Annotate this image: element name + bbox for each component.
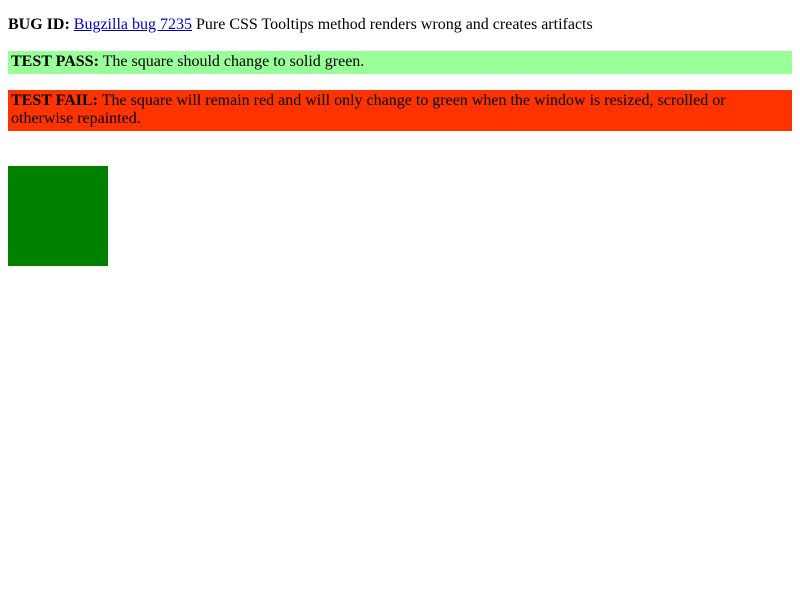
test-pass-text: The square should change to solid green.: [98, 53, 365, 70]
test-fail-banner: TEST FAIL: The square will remain red an…: [8, 90, 792, 131]
test-fail-text: The square will remain red and will only…: [11, 92, 726, 127]
bug-id-label: BUG ID:: [8, 16, 70, 33]
test-pass-banner: TEST PASS: The square should change to s…: [8, 51, 792, 74]
test-fail-label: TEST FAIL:: [11, 92, 98, 109]
bug-description: Pure CSS Tooltips method renders wrong a…: [192, 16, 593, 33]
test-square: [8, 166, 108, 266]
test-pass-label: TEST PASS:: [11, 53, 99, 70]
bugzilla-link[interactable]: Bugzilla bug 7235: [74, 16, 192, 33]
bug-id-line: BUG ID: Bugzilla bug 7235 Pure CSS Toolt…: [8, 16, 792, 34]
